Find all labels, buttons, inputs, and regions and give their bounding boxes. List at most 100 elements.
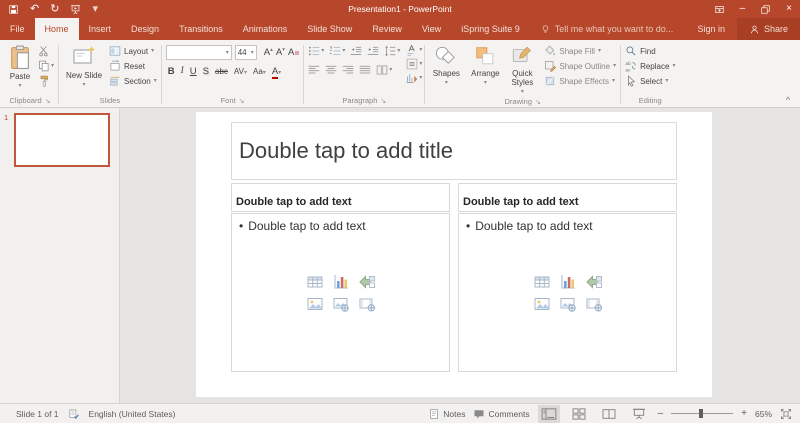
character-spacing-button[interactable]: AV▾	[234, 68, 247, 76]
left-header-placeholder[interactable]: Double tap to add text	[231, 183, 450, 212]
increase-indent-button[interactable]	[367, 45, 379, 57]
underline-button[interactable]: U	[190, 67, 197, 77]
slide-canvas[interactable]: Double tap to add title Double tap to ad…	[196, 112, 712, 397]
ribbon-display-options-icon[interactable]	[714, 4, 725, 15]
tab-file[interactable]: File	[0, 18, 35, 40]
cut-button[interactable]	[38, 45, 54, 57]
strikethrough-button[interactable]: abc	[215, 68, 228, 76]
tab-ispring-suite[interactable]: iSpring Suite 9	[451, 18, 530, 40]
format-painter-button[interactable]	[38, 75, 54, 87]
fit-slide-to-window-button[interactable]	[780, 408, 792, 420]
insert-video-icon[interactable]	[586, 296, 602, 312]
left-content-placeholder[interactable]: •Double tap to add text	[231, 213, 450, 372]
spellcheck-icon[interactable]	[68, 408, 80, 420]
justify-button[interactable]	[359, 64, 371, 76]
replace-button[interactable]: abacReplace▾	[625, 60, 675, 72]
comments-button[interactable]: Comments	[473, 408, 529, 420]
online-pictures-icon[interactable]	[560, 296, 576, 312]
text-shadow-button[interactable]: S	[203, 67, 209, 77]
tab-home[interactable]: Home	[35, 18, 79, 40]
redo-icon[interactable]: ↻	[50, 4, 59, 15]
language-indicator[interactable]: English (United States)	[89, 409, 176, 419]
new-slide-button[interactable]: New Slide ▾	[61, 42, 107, 89]
title-placeholder[interactable]: Double tap to add title	[231, 122, 677, 180]
pictures-icon[interactable]	[307, 296, 323, 312]
tab-view[interactable]: View	[412, 18, 451, 40]
section-button[interactable]: Section▾	[109, 75, 157, 87]
increase-font-size-button[interactable]: A▴	[264, 48, 273, 58]
tab-insert[interactable]: Insert	[79, 18, 122, 40]
layout-button[interactable]: Layout▾	[109, 45, 157, 57]
reading-view-button[interactable]	[598, 405, 620, 423]
close-button[interactable]: ×	[786, 4, 792, 14]
slide-sorter-view-button[interactable]	[568, 405, 590, 423]
paragraph-dialog-launcher-icon[interactable]: ↘	[380, 97, 386, 105]
change-case-button[interactable]: Aa▾	[253, 68, 266, 76]
insert-smartart-icon[interactable]	[359, 274, 375, 290]
paste-button[interactable]: Paste ▾	[4, 42, 36, 90]
insert-chart-icon[interactable]	[333, 274, 349, 290]
online-pictures-icon[interactable]	[333, 296, 349, 312]
insert-video-icon[interactable]	[359, 296, 375, 312]
share-button[interactable]: Share	[737, 18, 800, 40]
zoom-in-button[interactable]: +	[741, 409, 747, 419]
start-slideshow-icon[interactable]	[70, 4, 81, 15]
convert-to-smartart-button[interactable]: ▾	[406, 72, 422, 84]
insert-table-icon[interactable]	[307, 274, 323, 290]
shape-fill-button[interactable]: Shape Fill▾	[544, 45, 616, 57]
align-left-button[interactable]	[308, 64, 320, 76]
minimize-button[interactable]: –	[740, 4, 746, 14]
text-direction-button[interactable]: ▾	[406, 44, 422, 56]
save-icon[interactable]	[8, 4, 19, 15]
find-button[interactable]: Find	[625, 45, 675, 57]
bullets-button[interactable]: ▾	[308, 45, 324, 57]
zoom-slider[interactable]	[671, 408, 733, 420]
right-header-placeholder[interactable]: Double tap to add text	[458, 183, 677, 212]
insert-table-icon[interactable]	[534, 274, 550, 290]
shape-effects-button[interactable]: Shape Effects▾	[544, 75, 616, 87]
columns-button[interactable]: ▾	[376, 64, 392, 76]
insert-smartart-icon[interactable]	[586, 274, 602, 290]
tell-me-box[interactable]: Tell me what you want to do...	[530, 18, 684, 40]
shapes-button[interactable]: Shapes ▾	[427, 42, 465, 87]
quick-styles-button[interactable]: Quick Styles ▾	[505, 42, 539, 96]
tab-animations[interactable]: Animations	[233, 18, 298, 40]
insert-chart-icon[interactable]	[560, 274, 576, 290]
font-color-button[interactable]: A▾	[272, 67, 281, 77]
copy-button[interactable]: ▾	[38, 60, 54, 72]
right-content-placeholder[interactable]: •Double tap to add text	[458, 213, 677, 372]
notes-button[interactable]: Notes	[428, 408, 465, 420]
tab-design[interactable]: Design	[121, 18, 169, 40]
clipboard-dialog-launcher-icon[interactable]: ↘	[45, 97, 51, 105]
align-text-button[interactable]: ▾	[406, 58, 422, 70]
undo-icon[interactable]: ↶	[30, 4, 39, 15]
numbering-button[interactable]: ▾	[329, 45, 345, 57]
slide-show-view-button[interactable]	[628, 405, 650, 423]
font-name-input[interactable]: ▾	[166, 45, 232, 60]
tab-slide-show[interactable]: Slide Show	[297, 18, 362, 40]
zoom-slider-thumb[interactable]	[699, 409, 703, 418]
arrange-button[interactable]: Arrange ▾	[465, 42, 505, 87]
collapse-ribbon-icon[interactable]: ^	[786, 95, 790, 105]
decrease-indent-button[interactable]	[350, 45, 362, 57]
zoom-level[interactable]: 65%	[755, 409, 772, 419]
align-center-button[interactable]	[325, 64, 337, 76]
tab-review[interactable]: Review	[362, 18, 412, 40]
zoom-out-button[interactable]: –	[658, 409, 664, 419]
drawing-dialog-launcher-icon[interactable]: ↘	[535, 98, 541, 106]
italic-button[interactable]: I	[181, 67, 184, 77]
clear-formatting-button[interactable]: A	[288, 48, 299, 58]
bold-button[interactable]: B	[168, 67, 175, 77]
select-button[interactable]: Select▾	[625, 75, 675, 87]
font-dialog-launcher-icon[interactable]: ↘	[239, 97, 245, 105]
tab-transitions[interactable]: Transitions	[169, 18, 233, 40]
slide-thumbnail[interactable]	[14, 113, 110, 167]
customize-qat-icon[interactable]: ▾	[92, 4, 98, 15]
pictures-icon[interactable]	[534, 296, 550, 312]
shape-outline-button[interactable]: Shape Outline▾	[544, 60, 616, 72]
font-size-input[interactable]: 44▾	[235, 45, 257, 60]
normal-view-button[interactable]	[538, 405, 560, 423]
sign-in-button[interactable]: Sign in	[685, 18, 737, 40]
align-right-button[interactable]	[342, 64, 354, 76]
restore-button[interactable]	[760, 4, 771, 15]
